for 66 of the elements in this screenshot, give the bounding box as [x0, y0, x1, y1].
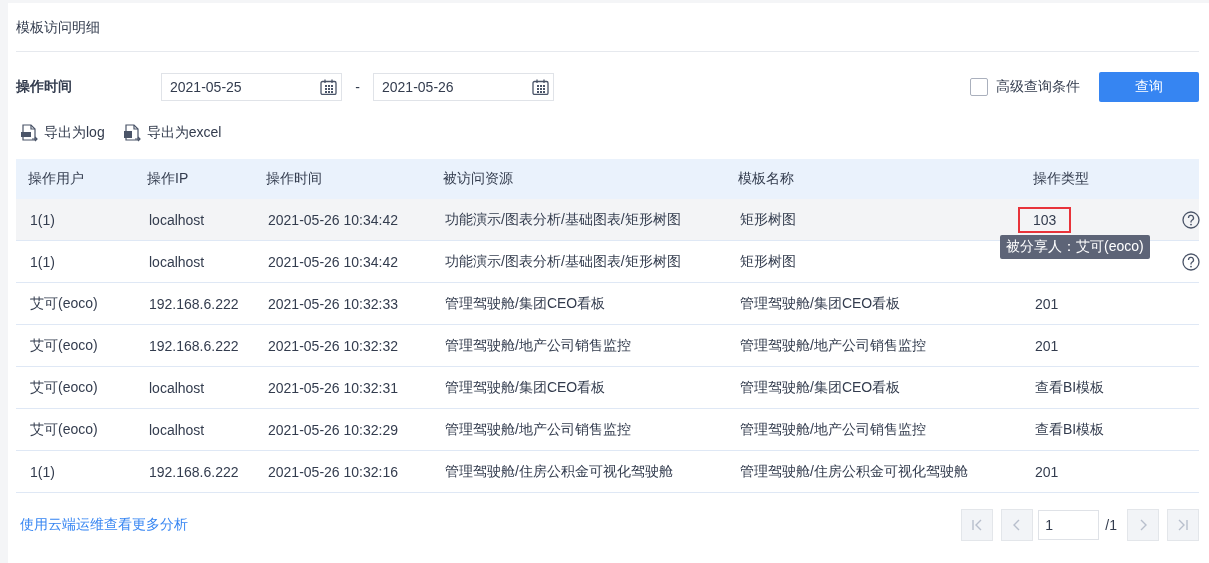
document-export-icon — [20, 124, 38, 142]
cloud-analysis-link[interactable]: 使用云端运维查看更多分析 — [20, 516, 188, 534]
table-cell-text: 管理驾驶舱/地产公司销售监控 — [739, 419, 927, 439]
export-button[interactable]: 导出为log — [20, 124, 105, 142]
calendar-icon — [532, 79, 549, 95]
table-cell-text: 2021-05-26 10:32:33 — [267, 294, 399, 314]
table-cell-text: 艾可(eoco) — [29, 377, 99, 397]
table-cell-text: 管理驾驶舱/地产公司销售监控 — [444, 419, 632, 439]
table-cell-text: 2021-05-26 10:32:16 — [267, 462, 399, 482]
column-header: 被访问资源 — [443, 170, 514, 188]
table-row[interactable]: 艾可(eoco) localhost 2021-05-26 10:32:31 管理驾驶舱/集团CEO看板 管理驾驶舱/集团CEO看板 查看BI模板 — [16, 367, 1199, 409]
table-cell-text: 2021-05-26 10:32:29 — [267, 420, 399, 440]
last-page-icon — [1176, 518, 1190, 532]
table-cell-text: 1(1) — [29, 210, 56, 230]
calendar-icon — [320, 79, 337, 95]
date-field[interactable]: 2021-05-26 — [373, 73, 554, 101]
table-cell-text: 管理驾驶舱/住房公积金可视化驾驶舱 — [444, 461, 674, 481]
column-header: 模板名称 — [738, 170, 795, 188]
table-cell-text: 201 — [1034, 336, 1060, 356]
table-cell-text: 查看BI模板 — [1034, 419, 1106, 439]
advanced-label: 高级查询条件 — [996, 78, 1080, 96]
export-button[interactable]: 导出为excel — [122, 124, 222, 142]
advanced-checkbox[interactable] — [970, 78, 988, 96]
table-row[interactable]: 1(1) 192.168.6.222 2021-05-26 10:32:16 管理驾驶舱/住房公积金可视化驾驶舱 管理驾驶舱/住房公积金可视化驾驶舱 201 — [16, 451, 1199, 493]
table-cell-text: 1(1) — [29, 462, 56, 482]
panel-title: 模板访问明细 — [16, 3, 1199, 52]
table-cell-text: 192.168.6.222 — [148, 336, 240, 356]
table-cell-text: 管理驾驶舱/地产公司销售监控 — [444, 335, 632, 355]
table-cell-text: 2021-05-26 10:34:42 — [267, 210, 399, 230]
table-cell-text: 艾可(eoco) — [29, 335, 99, 355]
table-cell-text: 201 — [1034, 294, 1060, 314]
table-cell-text: 艾可(eoco) — [29, 293, 99, 313]
table-cell-text: 管理驾驶舱/住房公积金可视化驾驶舱 — [739, 461, 969, 481]
table-cell-text: 192.168.6.222 — [148, 462, 240, 482]
table-cell-text: 矩形树图 — [739, 209, 797, 229]
filter-label: 操作时间 — [16, 78, 73, 96]
table-cell-text: localhost — [148, 420, 206, 440]
table-cell-text: 201 — [1034, 462, 1060, 482]
tooltip: 被分享人：艾可(eoco) — [1000, 234, 1150, 259]
table-row[interactable]: 艾可(eoco) localhost 2021-05-26 10:32:29 管理驾驶舱/地产公司销售监控 管理驾驶舱/地产公司销售监控 查看BI模板 — [16, 409, 1199, 451]
column-header: 操作用户 — [28, 170, 85, 188]
date-field[interactable]: 2021-05-25 — [161, 73, 342, 101]
table-cell: 103 — [1018, 206, 1072, 233]
date-separator: - — [354, 79, 361, 95]
column-header: 操作IP — [147, 170, 190, 188]
table-cell-text: localhost — [148, 210, 206, 230]
table-cell-text: 查看BI模板 — [1034, 377, 1106, 397]
table-cell-text: 2021-05-26 10:32:32 — [267, 336, 399, 356]
table-cell-text: 管理驾驶舱/集团CEO看板 — [444, 377, 607, 397]
table-cell-text: localhost — [148, 378, 206, 398]
table-cell-text: 管理驾驶舱/集团CEO看板 — [444, 293, 607, 313]
column-header: 操作时间 — [266, 170, 323, 188]
table-cell-text: 功能演示/图表分析/基础图表/矩形树图 — [444, 209, 682, 229]
query-button[interactable]: 查询 — [1099, 72, 1199, 102]
table-row[interactable]: 艾可(eoco) 192.168.6.222 2021-05-26 10:32:32 管理驾驶舱/地产公司销售监控 管理驾驶舱/地产公司销售监控 201 — [16, 325, 1199, 367]
table-cell-text: 管理驾驶舱/地产公司销售监控 — [739, 335, 927, 355]
page-total: /1 — [1105, 517, 1117, 533]
table-cell-text: 管理驾驶舱/集团CEO看板 — [739, 293, 902, 313]
table-cell-text: 管理驾驶舱/集团CEO看板 — [739, 377, 902, 397]
table-row[interactable]: 艾可(eoco) 192.168.6.222 2021-05-26 10:32:33 管理驾驶舱/集团CEO看板 管理驾驶舱/集团CEO看板 201 — [16, 283, 1199, 325]
table-cell-text: 艾可(eoco) — [29, 419, 99, 439]
document-export-icon — [122, 124, 141, 142]
page-input[interactable]: 1 — [1038, 510, 1100, 540]
table-cell-text: 192.168.6.222 — [148, 294, 240, 314]
column-header: 操作类型 — [1033, 170, 1090, 188]
table-cell-text: 2021-05-26 10:32:31 — [267, 378, 399, 398]
